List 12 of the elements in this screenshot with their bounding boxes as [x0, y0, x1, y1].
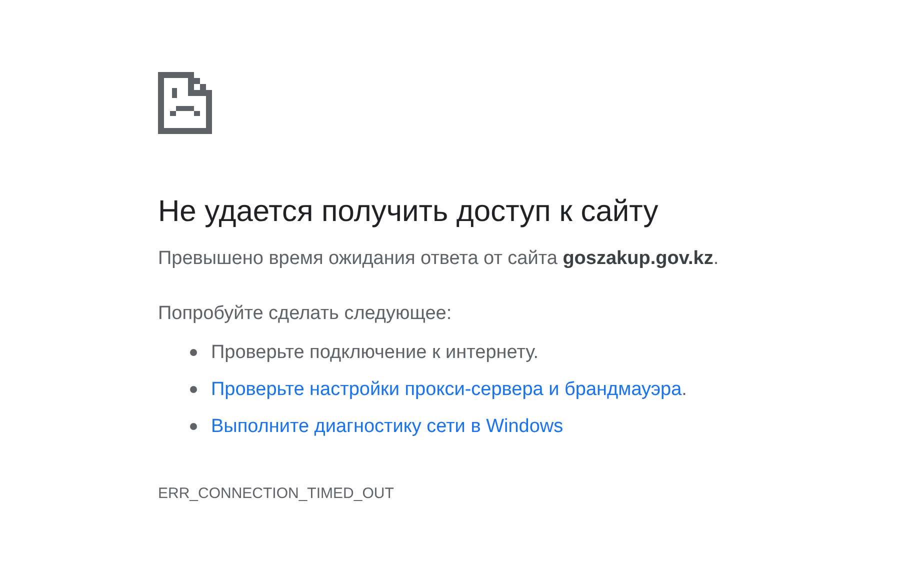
suggestion-link[interactable]: Проверьте настройки прокси-сервера и брандмауэра [211, 378, 682, 400]
sad-page-icon [158, 72, 212, 134]
error-code: ERR_CONNECTION_TIMED_OUT [158, 484, 395, 504]
error-summary: Превышено время ожидания ответа от сайта goszakup.gov.kz. [158, 247, 720, 271]
suggestions-heading: Попробуйте сделать следующее: [158, 302, 453, 326]
suggestion-link[interactable]: Выполните диагностику сети в Windows [211, 416, 564, 437]
error-heading: Не удается получить доступ к сайту [158, 194, 660, 230]
period-text: . [682, 378, 687, 400]
bullet-icon [190, 386, 197, 394]
bullet-icon [190, 423, 197, 430]
suggestion-text: Проверьте подключение к интернету. [211, 342, 538, 363]
bullet-icon [190, 349, 197, 356]
